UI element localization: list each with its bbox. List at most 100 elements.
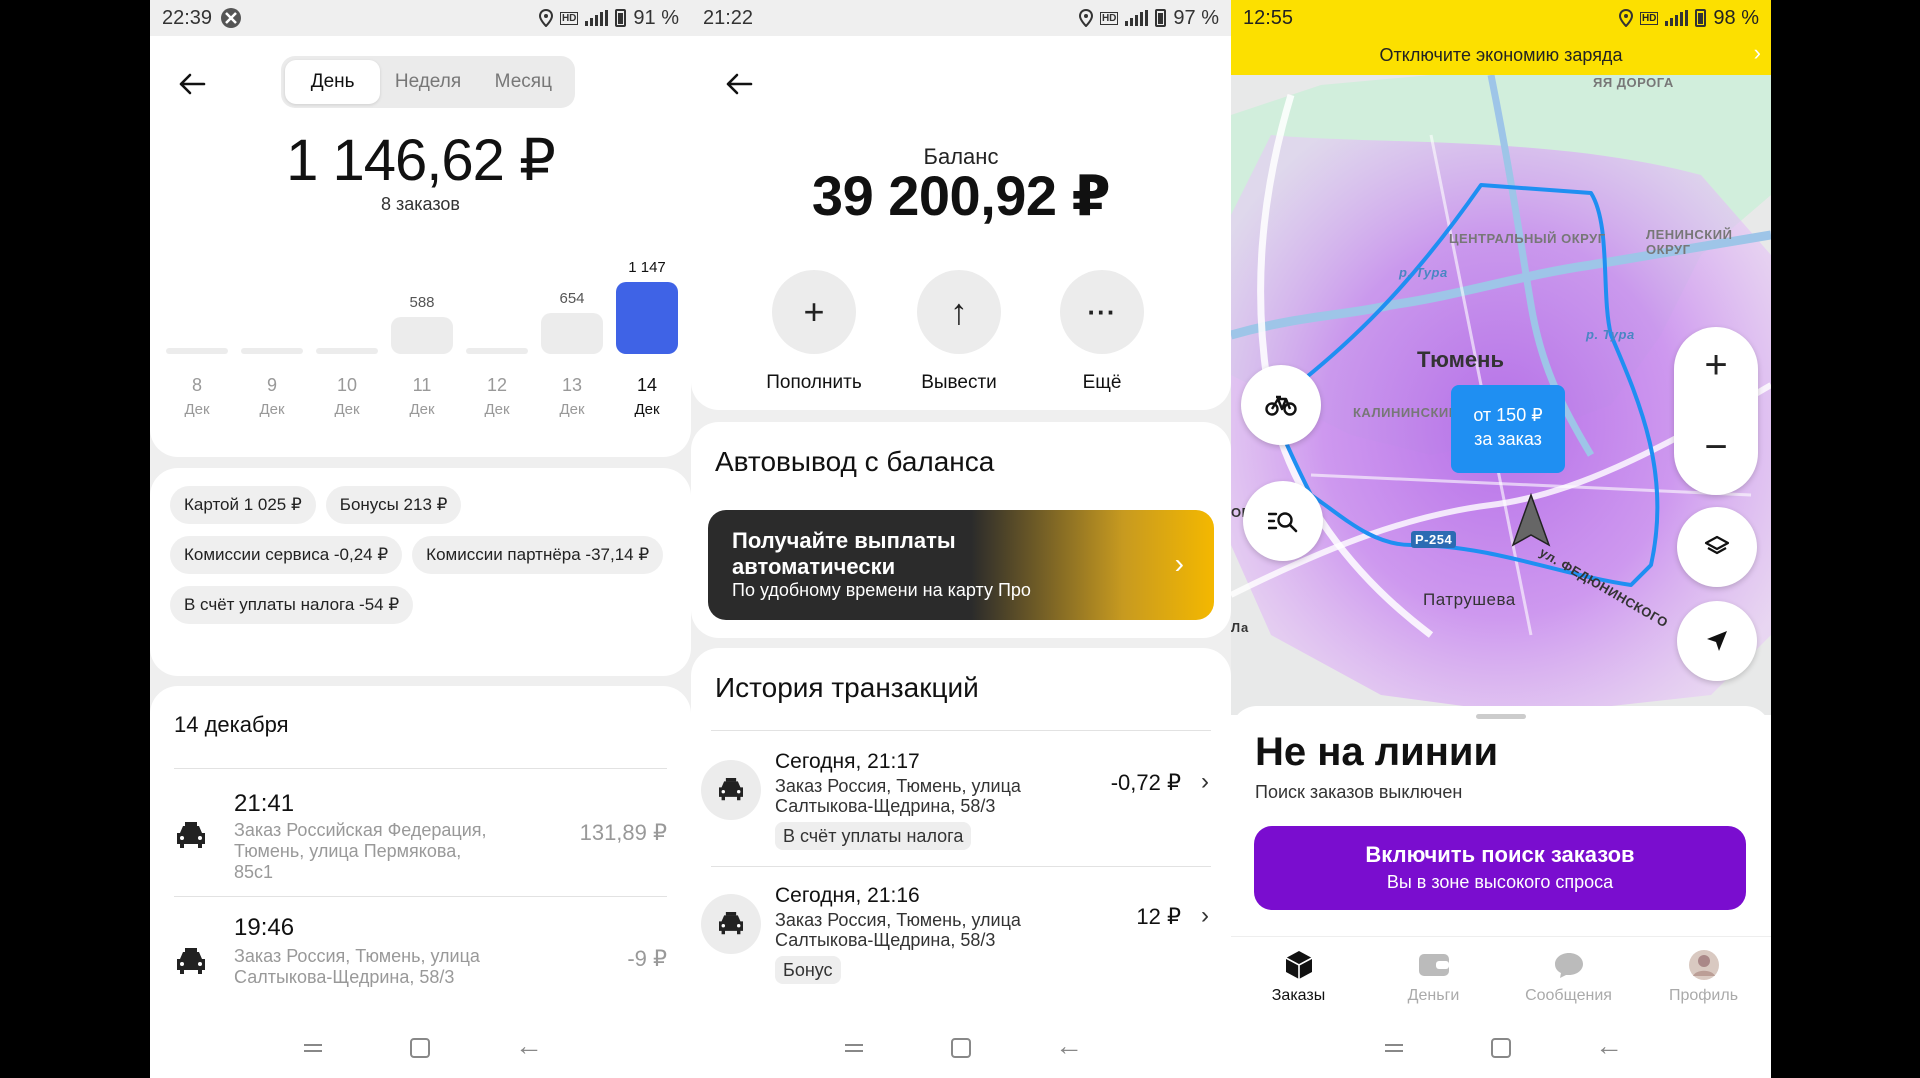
transport-mode-button[interactable]	[1241, 365, 1321, 445]
transaction-amount: -0,72 ₽	[1110, 770, 1181, 795]
earnings-total: 1 146,62 ₽	[286, 128, 556, 193]
more-action[interactable]: ··· Ещё	[1042, 270, 1162, 394]
autowithdraw-promo[interactable]: Получайте выплаты автоматически По удобн…	[708, 510, 1214, 620]
home-button[interactable]	[1491, 1038, 1511, 1058]
tab-money[interactable]: Деньги	[1366, 937, 1501, 1016]
trip-row[interactable]: 19:46 Заказ Россия, Тюмень, улица Салтык…	[150, 908, 691, 1018]
system-back-button[interactable]	[515, 1030, 543, 1062]
system-nav-bar	[691, 1018, 1231, 1078]
topup-action[interactable]: + Пополнить	[754, 270, 874, 394]
balance-amount: 39 200,92 ₽	[811, 164, 1111, 227]
location-icon	[1078, 9, 1093, 27]
transaction-amount: 12 ₽	[1136, 904, 1181, 929]
zoom-in-button[interactable]: +	[1674, 343, 1758, 388]
recents-button[interactable]	[302, 1036, 326, 1060]
map-view[interactable]: ЯЯ ДОРОГА ЦЕНТРАЛЬНЫЙ ОКРУГ ЛЕНИНСКИЙ ОК…	[1231, 75, 1771, 715]
chart-column[interactable]: 588 11 Дек	[391, 280, 453, 440]
tab-orders[interactable]: Заказы	[1231, 937, 1366, 1016]
chart-month-label: Дек	[484, 401, 510, 418]
tab-profile[interactable]: Профиль	[1636, 937, 1771, 1016]
status-bar: 22:39 HD 91 %	[150, 0, 691, 36]
system-back-button[interactable]	[1595, 1030, 1623, 1062]
demand-price-tag[interactable]: от 150 ₽ за заказ	[1451, 385, 1565, 473]
autowithdraw-title: Автовывод с баланса	[715, 446, 995, 477]
chart-day-label: 12	[486, 375, 508, 395]
chart-column[interactable]: 8 Дек	[166, 280, 228, 440]
map-label-central: ЦЕНТРАЛЬНЫЙ ОКРУГ	[1449, 231, 1606, 246]
chevron-right-icon: ›	[1753, 40, 1761, 65]
driver-status-subtitle: Поиск заказов выключен	[1255, 782, 1463, 802]
home-button[interactable]	[410, 1038, 431, 1058]
breakdown-chips: Картой 1 025 ₽ Бонусы 213 ₽ Комиссии сер…	[170, 486, 670, 624]
balance-screen: 21:22 HD 97 % Баланс 39 200,92 ₽ + Попол…	[691, 0, 1231, 1078]
plus-icon[interactable]: +	[772, 270, 856, 354]
chart-bar	[241, 348, 303, 354]
tab-day[interactable]: День	[285, 60, 381, 104]
chart-bar	[316, 348, 378, 354]
trip-address: Заказ Россия, Тюмень, улица Салтыкова-Ще…	[234, 946, 480, 987]
trip-row[interactable]: 21:41 Заказ Российская Федерация, Тюмень…	[150, 782, 691, 892]
transaction-row[interactable]: Сегодня, 21:16 Заказ Россия, Тюмень, ули…	[691, 868, 1231, 1000]
zoom-controls: + −	[1674, 327, 1758, 495]
tab-messages[interactable]: Сообщения	[1501, 937, 1636, 1016]
earnings-summary-card: День Неделя Месяц 1 146,62 ₽ 8 заказов 8…	[150, 36, 691, 457]
chart-day-label: 9	[266, 375, 277, 395]
more-icon[interactable]: ···	[1060, 270, 1144, 354]
chart-value-label: 1 147	[628, 259, 666, 276]
orders-count: 8 заказов	[381, 194, 460, 214]
chart-column[interactable]: 1 147 14 Дек	[616, 259, 678, 440]
battery-level: 97 %	[1173, 6, 1219, 29]
transaction-date: Сегодня, 21:16	[775, 884, 920, 907]
battery-icon	[1695, 9, 1707, 27]
status-bar: 12:55 HD 98 %	[1231, 0, 1771, 36]
battery-saver-banner[interactable]: 12:55 HD 98 % Отключите экономию заряда …	[1231, 0, 1771, 75]
chart-column[interactable]: 654 13 Дек	[541, 280, 603, 440]
back-button[interactable]	[178, 68, 206, 102]
tab-week[interactable]: Неделя	[380, 60, 475, 104]
back-button[interactable]	[725, 68, 753, 102]
layers-button[interactable]	[1677, 507, 1757, 587]
transaction-row[interactable]: Сегодня, 21:17 Заказ Россия, Тюмень, ули…	[691, 732, 1231, 864]
earnings-bar-chart: 8 Дек 9 Дек 10 Дек 588 11 Дек 12 Дек 654 13 Дек 1 147 1…	[166, 259, 678, 440]
topup-label: Пополнить	[766, 372, 862, 393]
trip-time: 21:41	[234, 790, 295, 817]
map-label-la: Ла	[1231, 620, 1249, 635]
transaction-desc: Заказ Россия, Тюмень, улица Салтыкова-Ще…	[775, 910, 1021, 950]
sheet-handle[interactable]	[1476, 714, 1526, 719]
chip-service-fee: Комиссии сервиса -0,24 ₽	[170, 536, 403, 574]
enable-search-button[interactable]: Включить поиск заказов Вы в зоне высоког…	[1254, 826, 1746, 910]
bicycle-icon	[1265, 395, 1297, 416]
chip-tax: В счёт уплаты налога -54 ₽	[170, 586, 414, 624]
map-label-river: р. Тура	[1399, 265, 1448, 280]
recents-button[interactable]	[1383, 1036, 1407, 1060]
map-label-leninsky: ЛЕНИНСКИЙ ОКРУГ	[1646, 227, 1733, 257]
enable-search-label: Включить поиск заказов	[1365, 842, 1635, 867]
battery-level: 91 %	[633, 6, 679, 29]
my-location-button[interactable]	[1677, 601, 1757, 681]
recents-button[interactable]	[843, 1036, 867, 1060]
arrow-up-icon[interactable]: ↑	[917, 270, 1001, 354]
signal-icon	[1665, 10, 1689, 26]
chart-column[interactable]: 12 Дек	[466, 280, 528, 440]
map-label-road-number: Р-254	[1411, 531, 1457, 548]
home-button[interactable]	[951, 1038, 971, 1058]
chevron-right-icon: ›	[1201, 902, 1209, 929]
chart-column[interactable]: 10 Дек	[316, 280, 378, 440]
chart-column[interactable]: 9 Дек	[241, 280, 303, 440]
zoom-out-button[interactable]: −	[1674, 425, 1758, 470]
withdraw-label: Вывести	[921, 372, 997, 393]
earnings-screen: 22:39 HD 91 % День Неделя Месяц 1 146,62…	[150, 0, 691, 1078]
search-orders-button[interactable]	[1243, 481, 1323, 561]
battery-level: 98 %	[1713, 6, 1759, 29]
car-icon	[177, 948, 205, 974]
navigation-arrow-icon	[1707, 631, 1727, 651]
tab-month[interactable]: Месяц	[476, 60, 571, 104]
battery-banner-text: Отключите экономию заряда	[1379, 45, 1623, 65]
system-nav-bar	[150, 1018, 691, 1078]
price-tag-line2: за заказ	[1474, 429, 1542, 449]
system-back-button[interactable]	[1055, 1030, 1083, 1062]
chart-bar	[616, 282, 678, 354]
withdraw-action[interactable]: ↑ Вывести	[899, 270, 1019, 394]
breakdown-card: Картой 1 025 ₽ Бонусы 213 ₽ Комиссии сер…	[150, 468, 691, 676]
network-type-icon: HD	[559, 11, 579, 25]
